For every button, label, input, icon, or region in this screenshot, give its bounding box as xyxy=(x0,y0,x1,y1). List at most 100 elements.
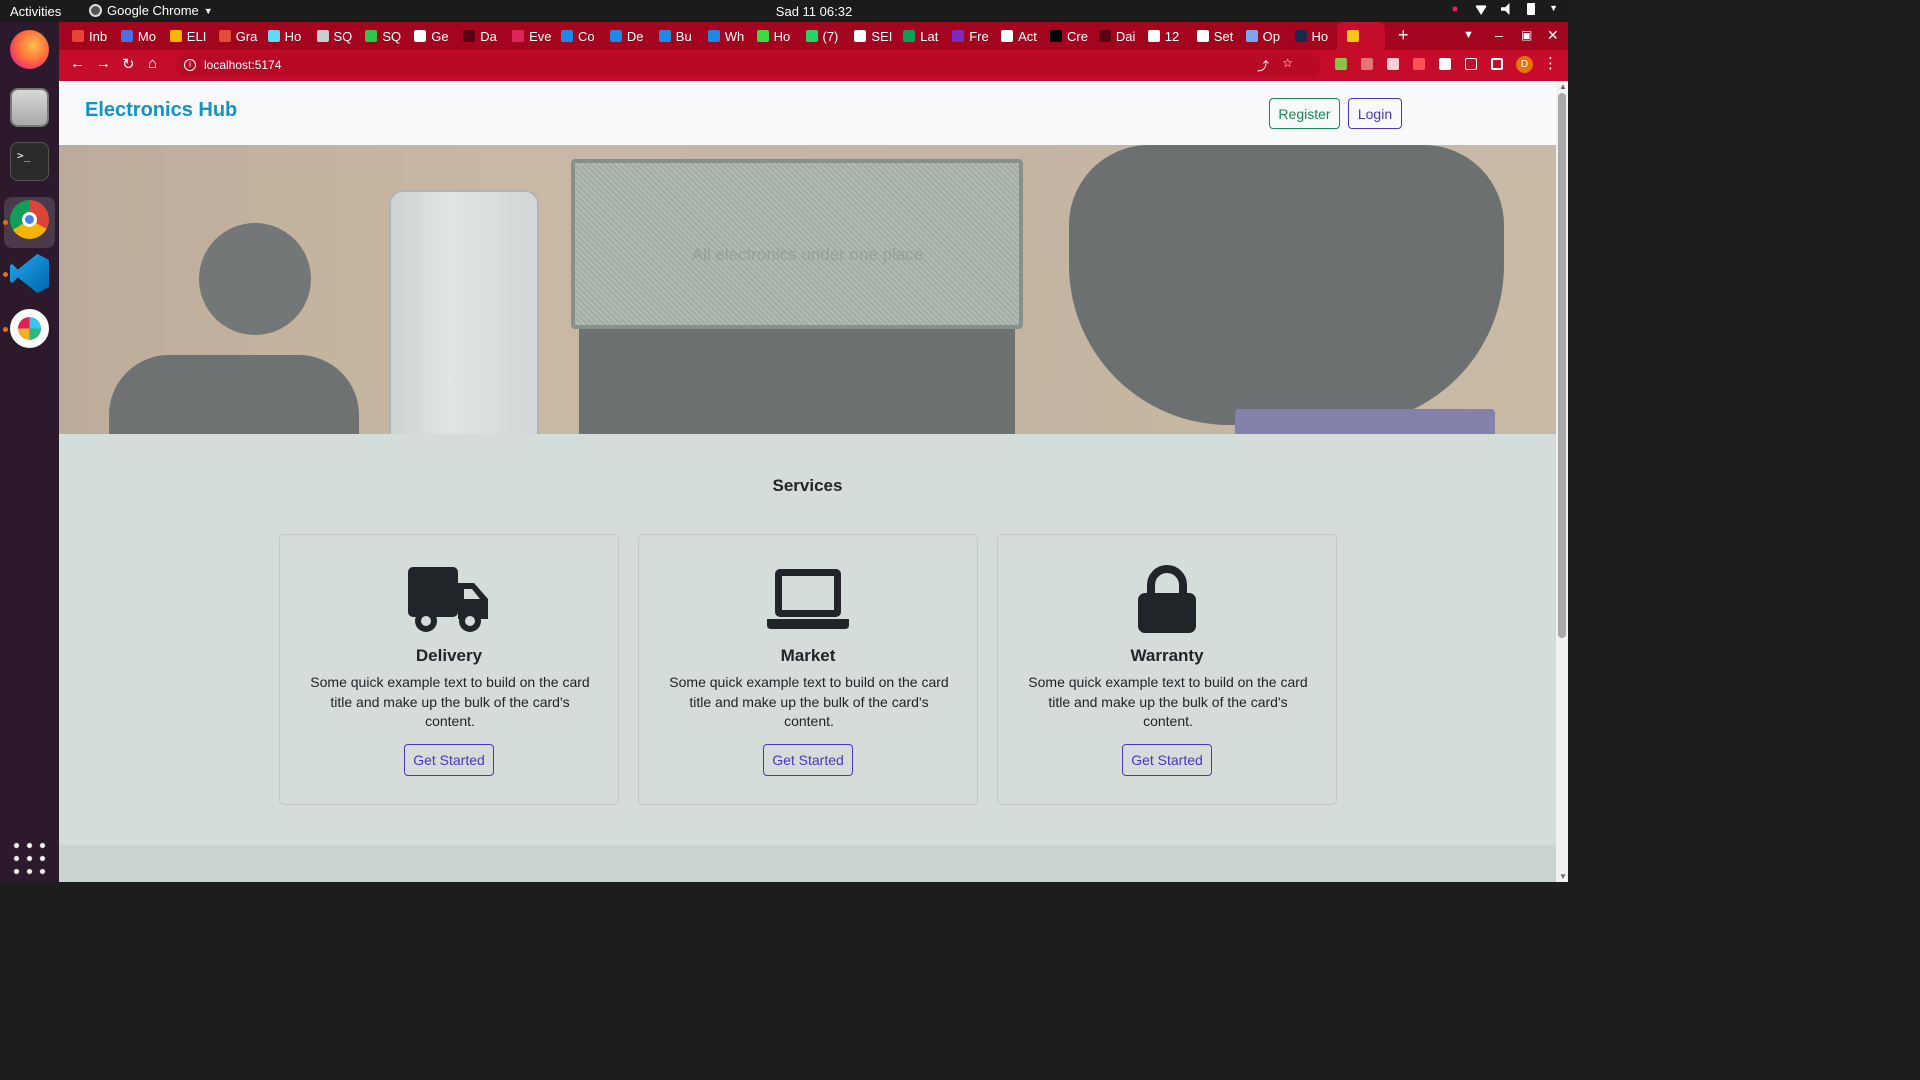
share-icon[interactable]: ⤴ xyxy=(1257,57,1269,74)
tab-label: Fre xyxy=(969,28,989,44)
tab-favicon-icon xyxy=(1147,30,1160,42)
tab-favicon-icon xyxy=(609,30,622,42)
browser-tab[interactable]: Set xyxy=(1196,22,1242,50)
tab-label: Inb xyxy=(89,28,108,44)
volume-icon[interactable] xyxy=(1501,3,1510,15)
tab-favicon-icon xyxy=(72,30,84,42)
extension-icon[interactable] xyxy=(1335,58,1347,70)
vscode-icon[interactable] xyxy=(10,254,49,293)
browser-tab[interactable]: ELI xyxy=(169,22,215,50)
browser-tab[interactable]: Op xyxy=(1245,22,1291,50)
laptop-icon xyxy=(767,569,849,629)
extension-icon[interactable] xyxy=(1361,58,1373,70)
browser-tab[interactable]: De xyxy=(609,22,655,50)
slack-icon[interactable] xyxy=(10,309,49,348)
profile-avatar[interactable]: D xyxy=(1516,56,1533,73)
tab-favicon-icon xyxy=(512,30,525,42)
browser-tab[interactable]: Gra xyxy=(218,22,264,50)
home-icon[interactable]: ⌂ xyxy=(148,55,157,72)
dock: >_ xyxy=(0,22,59,882)
browser-tab[interactable]: Bu xyxy=(658,22,704,50)
system-top-bar: Activities Google Chrome ▼ Sad 11 06:32 … xyxy=(0,0,1568,22)
wifi-icon[interactable] xyxy=(1475,5,1488,15)
tab-strip: Inb Mo ELI Gra Ho SQ SQ Ge Da Eve Co De Bu Wh Ho (7) SEI… xyxy=(59,22,1568,50)
browser-tab[interactable]: Lat xyxy=(903,22,948,50)
minimize-icon[interactable]: – xyxy=(1495,27,1503,43)
tab-label: Op xyxy=(1262,28,1280,44)
cast-icon[interactable] xyxy=(1465,58,1477,70)
browser-tab[interactable]: Fre xyxy=(952,22,997,50)
browser-tab[interactable]: Eve xyxy=(512,22,557,50)
browser-tab[interactable]: Co xyxy=(561,22,606,50)
slack-tray-icon[interactable] xyxy=(1449,3,1462,15)
forward-icon[interactable]: → xyxy=(96,55,111,72)
tab-active[interactable]: ✕ xyxy=(1337,22,1386,50)
system-tray[interactable]: ▼ xyxy=(1449,3,1558,15)
scroll-up-icon[interactable]: ▲ xyxy=(1559,82,1567,91)
url-text[interactable]: localhost:5174 xyxy=(204,58,281,72)
browser-tab[interactable]: Ho xyxy=(267,22,313,50)
browser-tab[interactable]: (7) xyxy=(805,22,851,50)
brand-link[interactable]: Electronics Hub xyxy=(85,99,237,122)
tab-favicon-icon xyxy=(365,30,378,42)
tab-favicon-icon xyxy=(1196,30,1209,42)
tab-favicon-icon xyxy=(805,30,818,42)
get-started-button[interactable]: Get Started xyxy=(763,744,853,776)
get-started-button[interactable]: Get Started xyxy=(1122,744,1212,776)
bookmark-star-icon[interactable]: ☆ xyxy=(1282,56,1293,70)
browser-tab[interactable]: Ho xyxy=(756,22,802,50)
browser-tab[interactable]: SQ xyxy=(365,22,410,50)
browser-tab[interactable]: Cre xyxy=(1050,22,1095,50)
login-button[interactable]: Login xyxy=(1348,98,1402,129)
tab-favicon-icon xyxy=(1347,30,1360,42)
firefox-icon[interactable] xyxy=(10,30,49,69)
battery-icon[interactable] xyxy=(1527,3,1536,15)
scroll-down-icon[interactable]: ▼ xyxy=(1559,872,1567,881)
service-card-warranty: Warranty Some quick example text to buil… xyxy=(997,534,1337,805)
tab-favicon-icon xyxy=(169,30,182,42)
terminal-icon[interactable]: >_ xyxy=(10,142,49,181)
back-icon[interactable]: ← xyxy=(70,55,85,72)
tab-label: Lat xyxy=(920,28,939,44)
page-scrollbar[interactable]: ▲ ▼ xyxy=(1556,81,1568,882)
scrollbar-thumb[interactable] xyxy=(1558,93,1566,638)
tab-favicon-icon xyxy=(316,30,329,42)
menu-kebab-icon[interactable]: ⋮ xyxy=(1543,54,1558,72)
extension-icon[interactable] xyxy=(1413,58,1425,70)
register-button[interactable]: Register xyxy=(1269,98,1340,129)
close-tab-icon[interactable]: ✕ xyxy=(1383,29,1385,43)
tab-search-icon[interactable]: ▼ xyxy=(1463,29,1474,41)
get-started-button[interactable]: Get Started xyxy=(404,744,494,776)
browser-tab[interactable]: 12 xyxy=(1147,22,1193,50)
side-panel-icon[interactable] xyxy=(1491,58,1503,70)
hero-caption: All electronics under one place xyxy=(691,245,924,264)
maximize-icon[interactable]: ▣ xyxy=(1521,28,1532,42)
browser-tab[interactable]: Inb xyxy=(72,22,117,50)
browser-tab[interactable]: Ho xyxy=(1294,22,1340,50)
browser-tab[interactable]: Da xyxy=(463,22,508,50)
clock[interactable]: Sad 11 06:32 xyxy=(0,4,1628,19)
address-bar[interactable]: i localhost:5174 ⤴ ☆ xyxy=(176,53,1321,77)
tab-label: Dai xyxy=(1115,28,1136,44)
browser-tab[interactable]: Ge xyxy=(414,22,459,50)
tab-favicon-icon xyxy=(414,30,427,42)
show-apps-grid-icon[interactable] xyxy=(10,839,49,878)
browser-tab[interactable]: Act xyxy=(1001,22,1046,50)
chevron-down-icon[interactable]: ▼ xyxy=(1549,3,1558,15)
reload-icon[interactable]: ↻ xyxy=(122,55,135,73)
tab-label: Co xyxy=(578,28,595,44)
puzzle-icon[interactable] xyxy=(1439,58,1451,70)
card-text: Some quick example text to build on the … xyxy=(1028,674,1308,729)
browser-tab[interactable]: Mo xyxy=(120,22,166,50)
browser-tab[interactable]: Wh xyxy=(707,22,753,50)
hero-banner: All electronics under one place xyxy=(59,145,1556,434)
browser-tab[interactable]: SQ xyxy=(316,22,362,50)
new-tab-icon[interactable]: + xyxy=(1398,25,1409,46)
files-icon[interactable] xyxy=(10,88,49,127)
info-icon[interactable]: i xyxy=(184,59,196,71)
browser-tab[interactable]: SEI xyxy=(854,22,899,50)
close-window-icon[interactable]: ✕ xyxy=(1547,27,1559,44)
lock-icon xyxy=(1138,565,1196,633)
extension-icon[interactable] xyxy=(1387,58,1399,70)
browser-tab[interactable]: Dai xyxy=(1098,22,1144,50)
